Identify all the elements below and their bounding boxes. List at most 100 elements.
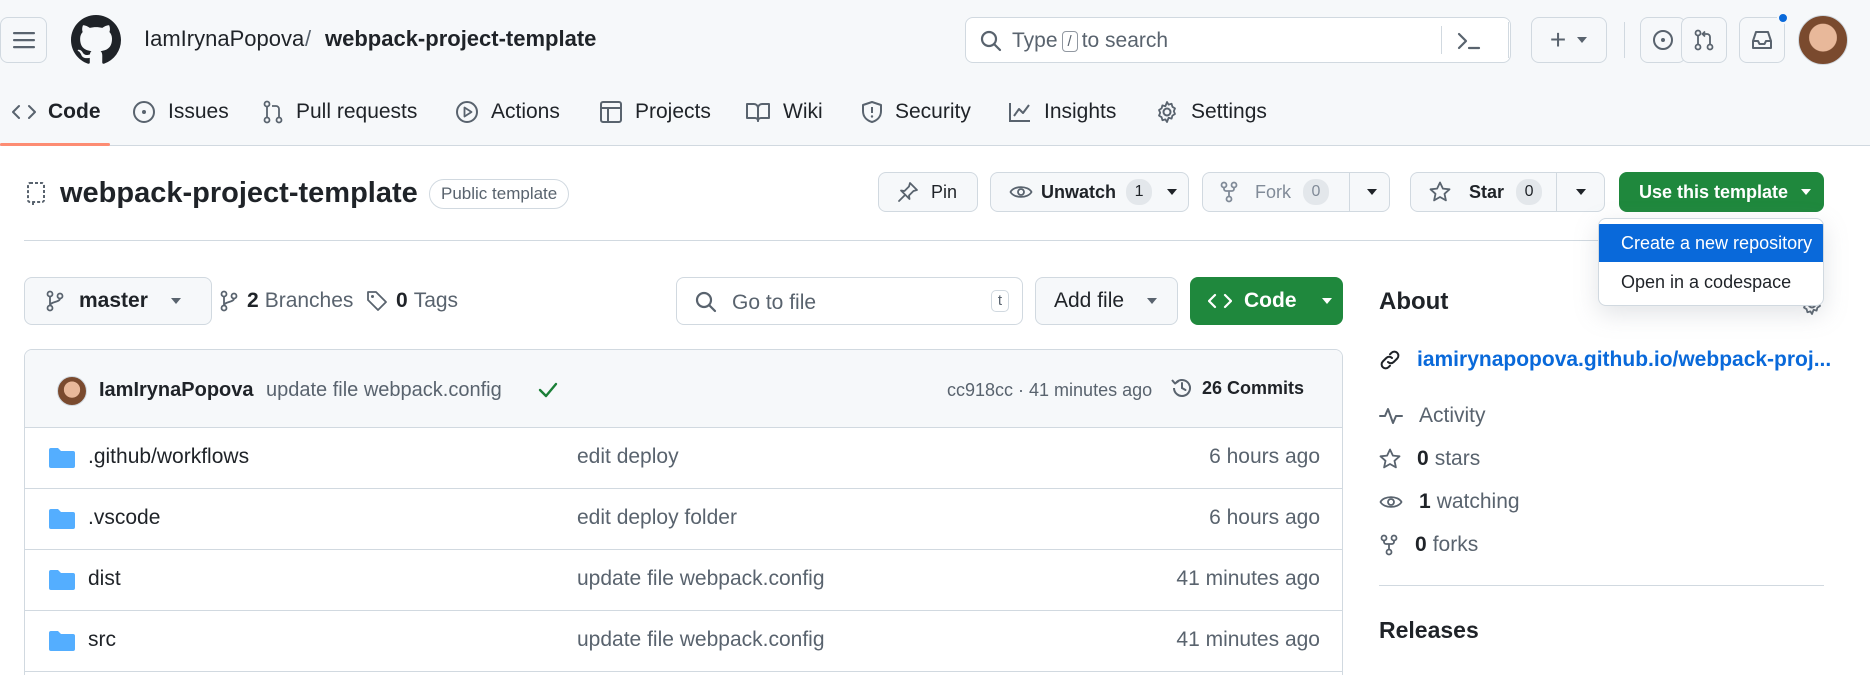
tags-count: 0 [396,289,408,312]
plus-icon: + [1549,24,1567,55]
about-watching-link[interactable]: 1 watching [1379,490,1520,514]
menu-item-create-repository[interactable]: Create a new repository [1599,224,1823,262]
commits-link[interactable]: 26 Commits [1170,376,1304,400]
shield-icon [862,101,882,123]
star-icon [1379,448,1401,469]
breadcrumb-repo[interactable]: webpack-project-template [325,24,596,54]
file-commit-message[interactable]: edit deploy [577,445,679,469]
branches-label: Branches [264,289,354,312]
file-row[interactable]: src update file webpack.config 41 minute… [25,611,1342,672]
use-template-button[interactable]: Use this template [1619,172,1824,212]
search-divider [1441,26,1442,54]
star-count: 0 [1516,179,1543,205]
file-commit-message[interactable]: edit deploy folder [577,506,737,530]
branch-icon [46,290,64,312]
releases-heading[interactable]: Releases [1379,617,1479,644]
tab-actions[interactable]: Actions [455,96,560,128]
tags-link[interactable]: 0 Tags [366,289,458,313]
file-row[interactable]: dist update file webpack.config 41 minut… [25,550,1342,611]
tab-insights[interactable]: Insights [1008,96,1116,128]
tags-label: Tags [413,289,459,312]
search-placeholder-post: to search [1081,29,1169,52]
fork-icon [1380,534,1398,556]
chevron-down-icon [1801,189,1812,195]
avatar[interactable] [1798,15,1848,65]
chevron-down-icon [1321,298,1332,304]
breadcrumb-separator: / [305,26,312,51]
github-logo-icon[interactable] [71,15,121,65]
file-row[interactable]: .github/workflows edit deploy 6 hours ag… [25,428,1342,489]
tab-security[interactable]: Security [861,96,971,128]
pull-requests-button[interactable] [1681,17,1727,63]
forks-count: 0 [1415,533,1427,556]
eye-icon [1379,496,1403,508]
commit-author-avatar[interactable] [57,376,87,406]
about-stars-link[interactable]: 0 stars [1379,447,1480,471]
tab-settings[interactable]: Settings [1155,96,1267,128]
pull-request-icon [1694,29,1714,51]
branch-select-button[interactable]: master [24,277,212,325]
about-forks-link[interactable]: 0 forks [1379,533,1478,557]
tag-icon [367,291,387,311]
create-new-button[interactable]: + [1531,17,1607,63]
chevron-down-icon [170,298,181,304]
command-palette-icon[interactable] [1456,30,1482,52]
commit-message[interactable]: update file webpack.config [266,379,502,402]
chevron-down-icon[interactable] [1575,188,1587,196]
repo-title[interactable]: webpack-project-template [60,177,418,210]
about-website-link[interactable]: iamirynapopova.github.io/webpack-proj... [1379,348,1831,372]
tab-label: Wiki [783,100,823,123]
pin-icon [898,182,918,202]
tab-projects[interactable]: Projects [599,96,711,128]
commit-sha-time[interactable]: cc918cc · 41 minutes ago [947,380,1152,401]
go-to-file-placeholder: Go to file [732,291,817,314]
file-name[interactable]: dist [88,567,121,591]
search-input[interactable]: Type / to search [965,17,1511,63]
go-to-file-input[interactable]: Go to file t [676,277,1023,325]
file-name[interactable]: .vscode [88,506,160,530]
tab-code[interactable]: Code [12,96,101,128]
commit-author[interactable]: IamIrynaPopova [99,379,254,402]
tab-label: Actions [491,100,560,123]
file-commit-time: 41 minutes ago [1176,628,1320,651]
file-commit-time: 41 minutes ago [1176,567,1320,590]
breadcrumb-owner[interactable]: IamIrynaPopova [144,24,304,54]
file-commit-message[interactable]: update file webpack.config [577,628,825,652]
about-activity-link[interactable]: Activity [1379,404,1486,428]
chevron-down-icon [1577,37,1588,43]
tab-issues[interactable]: Issues [132,96,229,128]
unwatch-button[interactable]: Unwatch 1 [990,172,1189,212]
pin-button[interactable]: Pin [878,172,978,212]
folder-icon [49,631,75,651]
menu-item-open-codespace[interactable]: Open in a codespace [1599,263,1823,301]
star-label: Star [1469,181,1505,202]
template-repo-icon [27,182,45,205]
use-template-label: Use this template [1639,181,1789,202]
stars-count: 0 [1417,447,1429,470]
file-row[interactable]: .vscode edit deploy folder 6 hours ago [25,489,1342,550]
star-button[interactable]: Star 0 [1410,172,1605,212]
pin-label: Pin [931,181,958,202]
file-name[interactable]: .github/workflows [88,445,249,469]
menu-button[interactable] [0,17,47,63]
inbox-button[interactable] [1739,17,1785,63]
history-icon [1171,379,1191,397]
code-button[interactable]: Code [1190,277,1343,325]
header-divider-2 [1624,22,1625,58]
fork-split-divider [1349,173,1350,211]
visibility-badge: Public template [429,179,570,209]
issues-button[interactable] [1640,17,1686,63]
branches-link[interactable]: 2 Branches [219,289,353,313]
repo-header-divider [24,240,1824,241]
file-name[interactable]: src [88,628,116,652]
watching-label: watching [1436,490,1520,513]
add-file-button[interactable]: Add file [1035,277,1178,325]
active-tab-underline [0,143,110,146]
chevron-down-icon[interactable] [1366,188,1378,196]
chevron-down-icon [1147,298,1158,304]
tab-pull-requests[interactable]: Pull requests [262,96,417,128]
tab-label: Issues [168,100,229,123]
tab-wiki[interactable]: Wiki [745,96,823,128]
fork-count: 0 [1303,179,1329,205]
file-commit-message[interactable]: update file webpack.config [577,567,825,591]
